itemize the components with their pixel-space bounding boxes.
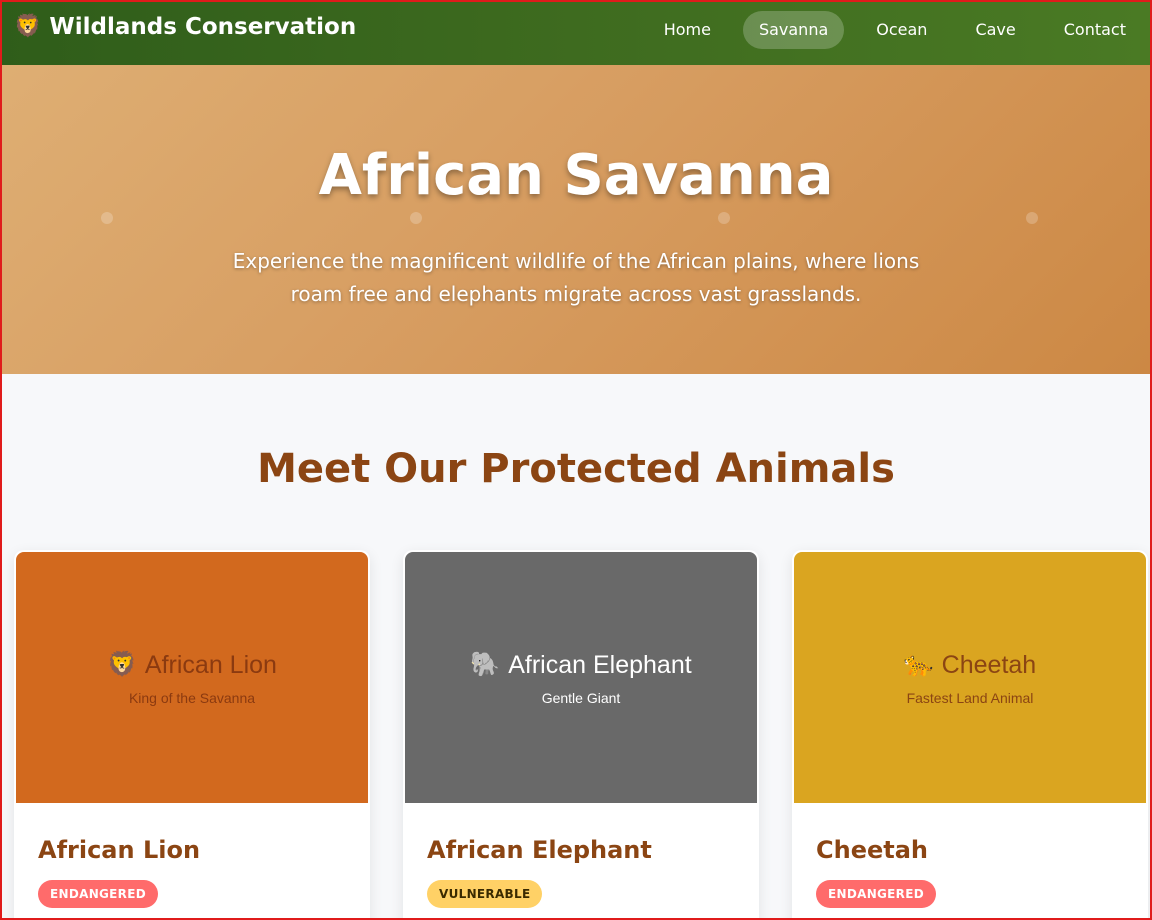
card-media: 🐘 African Elephant Gentle Giant bbox=[405, 552, 757, 803]
media-title-text: African Elephant bbox=[508, 650, 692, 679]
animal-card-lion[interactable]: 🦁 African Lion King of the Savanna Afric… bbox=[14, 550, 370, 920]
animal-card-elephant[interactable]: 🐘 African Elephant Gentle Giant African … bbox=[403, 550, 759, 920]
media-title: 🦁 African Lion bbox=[107, 650, 277, 680]
media-subtitle: Fastest Land Animal bbox=[906, 689, 1034, 706]
status-badge: VULNERABLE bbox=[427, 880, 543, 908]
decorative-dot bbox=[410, 212, 422, 224]
decorative-dot bbox=[718, 212, 730, 224]
nav-link-cave[interactable]: Cave bbox=[959, 11, 1031, 49]
card-title: Cheetah bbox=[816, 836, 929, 864]
nav-link-contact[interactable]: Contact bbox=[1048, 11, 1142, 49]
decorative-dot bbox=[1026, 212, 1038, 224]
top-navbar: 🦁 Wildlands Conservation Home Savanna Oc… bbox=[0, 0, 1152, 65]
brand[interactable]: 🦁 Wildlands Conservation bbox=[14, 14, 356, 40]
nav-link-ocean[interactable]: Ocean bbox=[860, 11, 943, 49]
card-title: African Elephant bbox=[427, 836, 652, 864]
media-title-text: Cheetah bbox=[941, 650, 1037, 679]
media-subtitle: King of the Savanna bbox=[128, 689, 256, 706]
lion-icon: 🦁 bbox=[107, 650, 137, 678]
hero-banner: African Savanna Experience the magnifice… bbox=[0, 65, 1152, 374]
brand-name: Wildlands Conservation bbox=[49, 14, 357, 40]
hero-subtitle: Experience the magnificent wildlife of t… bbox=[232, 249, 920, 306]
hero-title: African Savanna bbox=[318, 143, 834, 208]
card-media: 🐆 Cheetah Fastest Land Animal bbox=[794, 552, 1146, 803]
status-badge: ENDANGERED bbox=[816, 880, 936, 908]
decorative-dot bbox=[101, 212, 113, 224]
animal-card-cheetah[interactable]: 🐆 Cheetah Fastest Land Animal Cheetah EN… bbox=[792, 550, 1148, 920]
nav-link-savanna[interactable]: Savanna bbox=[742, 11, 845, 49]
cheetah-icon: 🐆 bbox=[903, 650, 934, 678]
card-media: 🦁 African Lion King of the Savanna bbox=[16, 552, 368, 803]
media-title: 🐆 Cheetah bbox=[904, 650, 1036, 680]
card-title: African Lion bbox=[38, 836, 201, 864]
section-title: Meet Our Protected Animals bbox=[257, 446, 895, 492]
status-badge: ENDANGERED bbox=[38, 880, 158, 908]
media-title-text: African Lion bbox=[144, 650, 277, 679]
media-title: 🐘 African Elephant bbox=[470, 650, 691, 680]
media-subtitle: Gentle Giant bbox=[541, 689, 621, 706]
nav-links: Home Savanna Ocean Cave Contact bbox=[632, 11, 1142, 49]
nav-link-home[interactable]: Home bbox=[648, 11, 727, 49]
lion-logo-icon: 🦁 bbox=[14, 14, 42, 39]
elephant-icon: 🐘 bbox=[470, 650, 501, 678]
